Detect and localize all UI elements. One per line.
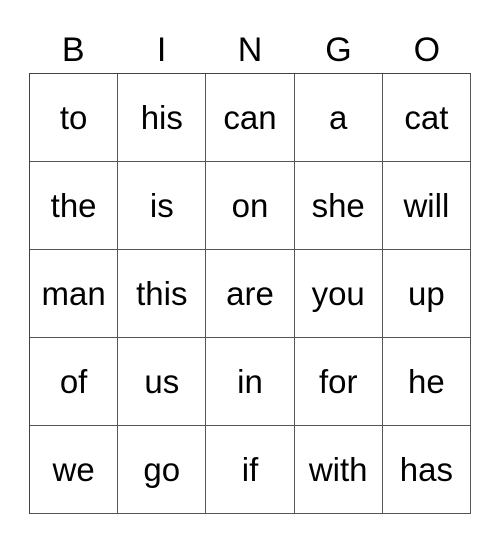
bingo-cell[interactable]: on [206,162,295,250]
bingo-cell[interactable]: in [206,338,295,426]
bingo-cell[interactable]: of [30,338,119,426]
bingo-cell[interactable]: a [294,74,383,162]
bingo-cell[interactable]: up [382,250,471,338]
bingo-cell[interactable]: has [382,426,471,514]
bingo-cell[interactable]: she [294,162,383,250]
bingo-cell[interactable]: man [30,250,119,338]
bingo-cell[interactable]: are [206,250,295,338]
bingo-cell[interactable]: us [118,338,207,426]
bingo-cell[interactable]: cat [382,74,471,162]
bingo-cell[interactable]: we [30,426,119,514]
header-letter-i: I [156,31,167,69]
bingo-cell[interactable]: his [118,74,207,162]
bingo-cell[interactable]: will [382,162,471,250]
header-letter-o: O [413,31,441,69]
header-letter-n: N [237,31,263,69]
bingo-cell[interactable]: if [206,426,295,514]
bingo-cell[interactable]: he [382,338,471,426]
header-letter-g: G [325,31,352,69]
bingo-cell[interactable]: to [30,74,119,162]
bingo-cell[interactable]: can [206,74,295,162]
bingo-grid: to his can a cat the is on she will man … [29,73,471,514]
bingo-cell[interactable]: this [118,250,207,338]
bingo-cell[interactable]: go [118,426,207,514]
bingo-cell[interactable]: you [294,250,383,338]
bingo-cell[interactable]: the [30,162,119,250]
header-letter-b: B [61,31,85,69]
bingo-cell[interactable]: is [118,162,207,250]
bingo-cell[interactable]: for [294,338,383,426]
bingo-header: B I N G O [29,28,471,72]
bingo-cell[interactable]: with [294,426,383,514]
